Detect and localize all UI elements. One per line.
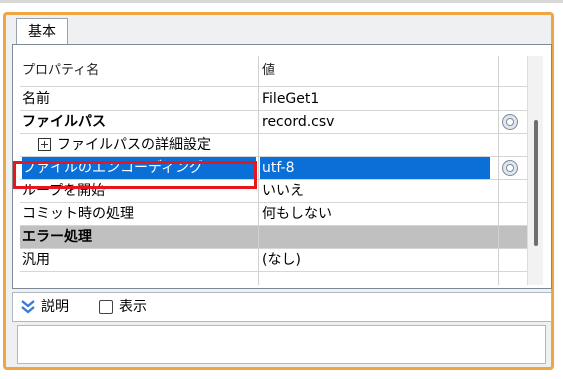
section-value bbox=[260, 226, 496, 248]
grid-header: プロパティ名 値 bbox=[20, 56, 540, 87]
property-name: 汎用 bbox=[22, 252, 50, 268]
property-window: 基本 プロパティ名 値 名前 FileGet1 ファイルパス record.cs… bbox=[0, 0, 563, 379]
show-label[interactable]: 表示 bbox=[119, 298, 147, 316]
property-value[interactable] bbox=[260, 134, 496, 156]
section-row: エラー処理 bbox=[20, 226, 540, 249]
tab-basic[interactable]: 基本 bbox=[16, 18, 68, 44]
gear-icon[interactable] bbox=[501, 113, 519, 131]
description-bar: 説明 表示 bbox=[12, 292, 552, 322]
vertical-scrollbar[interactable] bbox=[527, 56, 543, 285]
table-row[interactable]: コミット時の処理 何もしない bbox=[20, 203, 540, 226]
table-row[interactable]: 名前 FileGet1 bbox=[20, 88, 540, 111]
column-divider bbox=[258, 56, 259, 285]
property-value[interactable]: utf-8 bbox=[260, 157, 490, 179]
double-chevron-down-icon[interactable] bbox=[20, 299, 36, 315]
top-divider bbox=[0, 0, 563, 3]
property-value[interactable]: いいえ bbox=[260, 180, 496, 202]
property-value[interactable]: record.csv bbox=[260, 111, 496, 133]
property-name: ファイルパスの詳細設定 bbox=[22, 134, 256, 156]
property-name: 名前 bbox=[22, 91, 50, 107]
expand-plus-icon[interactable] bbox=[38, 138, 51, 151]
header-value: 値 bbox=[262, 63, 276, 78]
highlight-box bbox=[13, 161, 257, 189]
table-row[interactable]: 汎用 (なし) bbox=[20, 249, 540, 272]
property-name-label: ファイルパスの詳細設定 bbox=[57, 137, 211, 153]
section-name: エラー処理 bbox=[22, 229, 92, 245]
scrollbar-thumb[interactable] bbox=[534, 120, 538, 246]
property-name: コミット時の処理 bbox=[22, 206, 134, 222]
property-value[interactable]: 何もしない bbox=[260, 203, 496, 225]
property-value[interactable]: (なし) bbox=[260, 249, 496, 271]
column-divider bbox=[498, 56, 499, 285]
gear-icon[interactable] bbox=[501, 159, 519, 177]
property-value[interactable]: FileGet1 bbox=[260, 88, 496, 110]
show-checkbox[interactable] bbox=[99, 300, 113, 314]
table-row[interactable]: ファイルパス record.csv bbox=[20, 111, 540, 134]
header-property-name: プロパティ名 bbox=[22, 63, 100, 78]
property-name: ファイルパス bbox=[22, 114, 106, 130]
description-label: 説明 bbox=[41, 299, 69, 315]
description-area bbox=[17, 325, 546, 364]
table-row[interactable]: ファイルパスの詳細設定 bbox=[20, 134, 540, 157]
